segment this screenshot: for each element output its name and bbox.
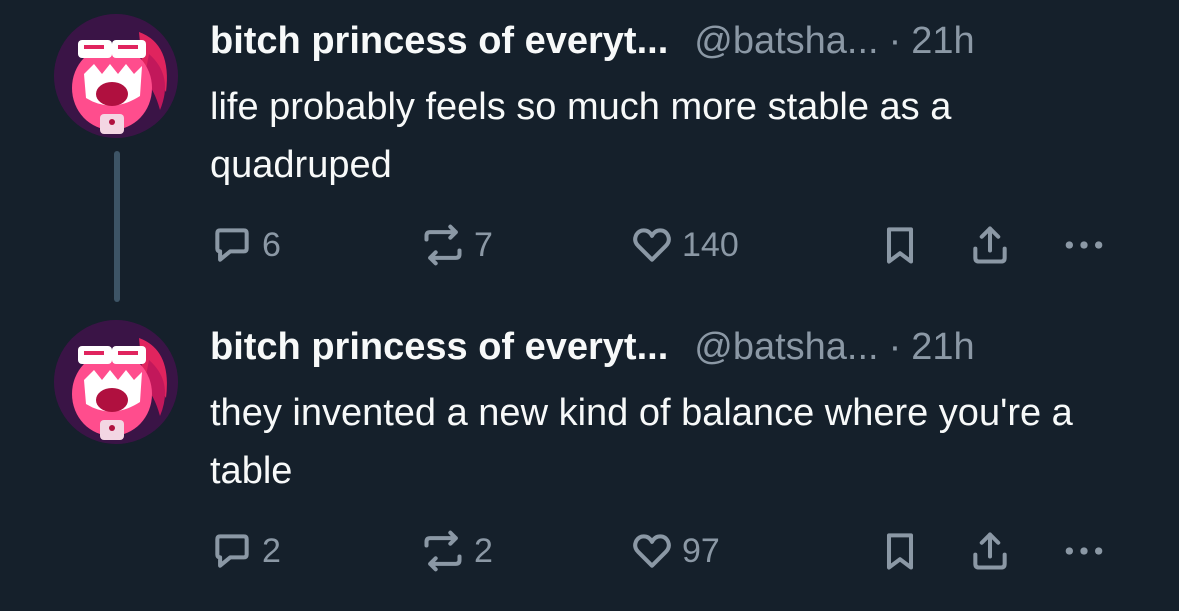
tweet-actions: 6 7 140 xyxy=(0,218,1179,272)
timestamp[interactable]: 21h xyxy=(911,324,974,370)
reply-button[interactable]: 2 xyxy=(210,524,281,578)
display-name[interactable]: bitch princess of everyt... xyxy=(210,18,668,64)
like-button[interactable]: 97 xyxy=(630,524,720,578)
retweet-button[interactable]: 7 xyxy=(420,218,493,272)
retweet-arrows-icon xyxy=(420,529,466,573)
tweet-actions: 2 2 97 xyxy=(0,524,1179,578)
heart-icon xyxy=(630,529,674,573)
retweet-count: 2 xyxy=(474,531,493,570)
more-dots-icon xyxy=(1062,529,1106,573)
more-options-button[interactable] xyxy=(1062,524,1106,578)
tweet[interactable]: bitch princess of everyt... @batsha... ·… xyxy=(0,0,1179,305)
tweet-header: bitch princess of everyt... @batsha... ·… xyxy=(210,324,975,370)
tweet-text: they invented a new kind of balance wher… xyxy=(210,392,1073,492)
bookmark-icon xyxy=(878,223,922,267)
bookmark-button[interactable] xyxy=(878,218,922,272)
avatar[interactable] xyxy=(54,320,178,444)
bookmark-icon xyxy=(878,529,922,573)
retweet-arrows-icon xyxy=(420,223,466,267)
reply-button[interactable]: 6 xyxy=(210,218,281,272)
reply-count: 2 xyxy=(262,531,281,570)
retweet-button[interactable]: 2 xyxy=(420,524,493,578)
more-dots-icon xyxy=(1062,223,1106,267)
heart-icon xyxy=(630,223,674,267)
timestamp[interactable]: 21h xyxy=(911,18,974,64)
user-handle[interactable]: @batsha... xyxy=(694,324,878,370)
separator-dot: · xyxy=(888,326,902,368)
bookmark-button[interactable] xyxy=(878,524,922,578)
tweet-text: life probably feels so much more stable … xyxy=(210,86,952,186)
user-handle[interactable]: @batsha... xyxy=(694,18,878,64)
retweet-count: 7 xyxy=(474,225,493,264)
separator-dot: · xyxy=(888,20,902,62)
more-options-button[interactable] xyxy=(1062,218,1106,272)
share-button[interactable] xyxy=(968,218,1012,272)
speech-bubble-icon xyxy=(210,223,254,267)
display-name[interactable]: bitch princess of everyt... xyxy=(210,324,668,370)
tweet[interactable]: bitch princess of everyt... @batsha... ·… xyxy=(0,306,1179,611)
like-count: 97 xyxy=(682,531,720,570)
speech-bubble-icon xyxy=(210,529,254,573)
share-icon xyxy=(968,223,1012,267)
share-button[interactable] xyxy=(968,524,1012,578)
share-icon xyxy=(968,529,1012,573)
reply-count: 6 xyxy=(262,225,281,264)
like-count: 140 xyxy=(682,225,739,264)
like-button[interactable]: 140 xyxy=(630,218,739,272)
tweet-header: bitch princess of everyt... @batsha... ·… xyxy=(210,18,975,64)
avatar[interactable] xyxy=(54,14,178,138)
